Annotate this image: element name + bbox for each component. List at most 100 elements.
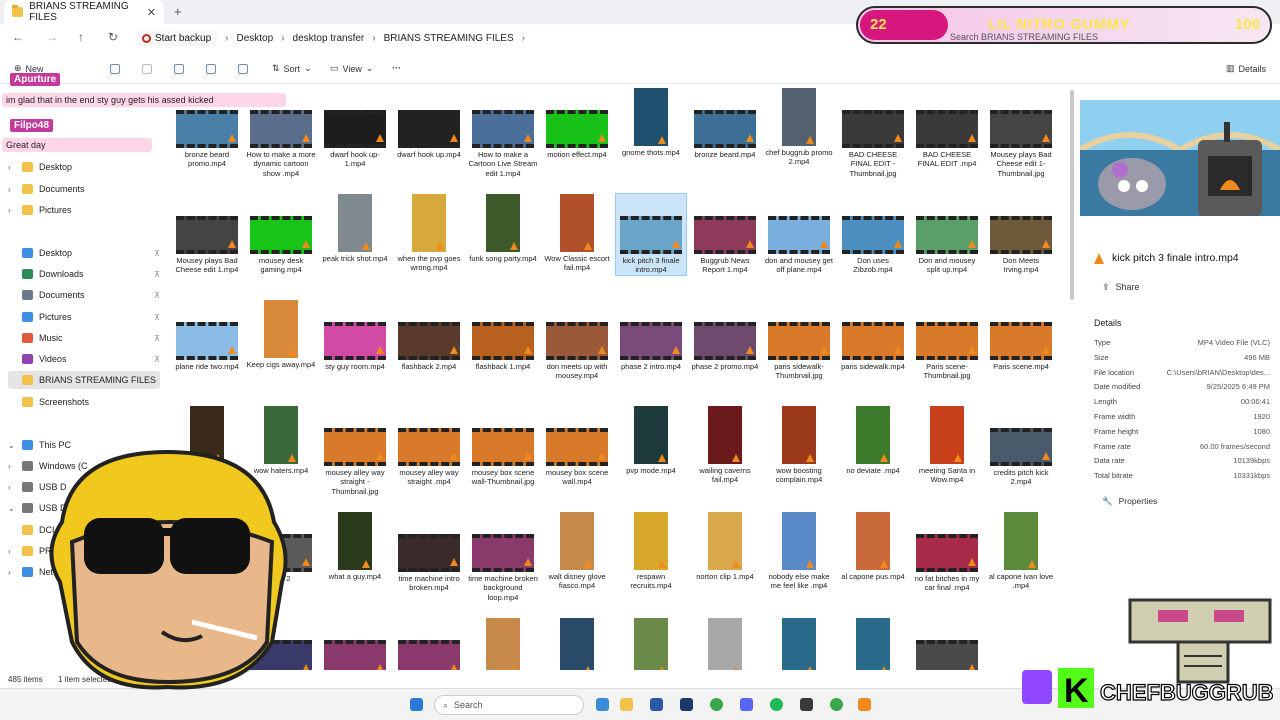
file-item[interactable]: time machine intro broken.mp4 bbox=[394, 512, 464, 593]
file-item[interactable]: How to make a Cartoon Live Stream edit 1… bbox=[468, 88, 538, 178]
file-item[interactable]: paris sidewalk.mp4 bbox=[838, 300, 908, 371]
file-item[interactable]: phase 2 intro.mp4 bbox=[616, 300, 686, 371]
file-item[interactable]: al capone pus.mp4 bbox=[838, 512, 908, 581]
file-item[interactable]: chef buggrub promo 2.mp4 bbox=[764, 88, 834, 167]
copy-icon[interactable] bbox=[110, 64, 120, 74]
file-item[interactable]: peak trick shot.mp4 bbox=[320, 194, 390, 263]
app-icon[interactable] bbox=[800, 698, 813, 711]
file-item[interactable]: mousey box scene wall.mp4 bbox=[542, 406, 612, 487]
file-item[interactable]: dwarf hook up.mp4 bbox=[394, 88, 464, 159]
file-item[interactable]: pvp mode.mp4 bbox=[616, 406, 686, 475]
sidebar-item-pictures[interactable]: Pictures ⊼ bbox=[8, 308, 160, 326]
vertical-scrollbar[interactable] bbox=[1070, 90, 1074, 300]
start-backup-button[interactable]: Start backup bbox=[136, 30, 218, 46]
file-item[interactable]: mousey alley way straight -Thumbnail.jpg bbox=[320, 406, 390, 496]
file-item[interactable] bbox=[542, 618, 612, 670]
file-item[interactable]: sty guy room.mp4 bbox=[320, 300, 390, 371]
file-item[interactable]: mousey desk gaming.mp4 bbox=[246, 194, 316, 275]
file-item[interactable] bbox=[468, 618, 538, 670]
file-item[interactable]: BAD CHEESE FINAL EDIT .mp4 bbox=[912, 88, 982, 169]
more-options-button[interactable]: ··· bbox=[392, 63, 401, 73]
sidebar-item-videos[interactable]: Videos ⊼ bbox=[8, 350, 160, 368]
vlc-taskbar-icon[interactable] bbox=[858, 698, 871, 711]
file-item[interactable]: Don Meets Irving.mp4 bbox=[986, 194, 1056, 275]
file-item[interactable]: Don uses Zibzob.mp4 bbox=[838, 194, 908, 275]
forward-icon[interactable]: → bbox=[46, 30, 58, 44]
file-item[interactable]: don and mousey get off plane.mp4 bbox=[764, 194, 834, 275]
crumb-desktop-transfer[interactable]: desktop transfer bbox=[293, 33, 365, 44]
file-item[interactable]: BAD CHEESE FINAL EDIT -Thumbnail.jpg bbox=[838, 88, 908, 178]
file-item[interactable]: dwarf hook up-1.mp4 bbox=[320, 88, 390, 169]
refresh-icon[interactable]: ↻ bbox=[108, 30, 118, 44]
file-item[interactable]: what a guy.mp4 bbox=[320, 512, 390, 581]
file-item[interactable]: al capone ivan love .mp4 bbox=[986, 512, 1056, 591]
file-item[interactable]: don meets up with mousey.mp4 bbox=[542, 300, 612, 381]
file-item[interactable]: credits pitch kick 2.mp4 bbox=[986, 406, 1056, 487]
file-item[interactable]: Don and mousey split up.mp4 bbox=[912, 194, 982, 275]
chevron-icon[interactable]: › bbox=[8, 483, 16, 492]
chevron-icon[interactable]: › bbox=[8, 568, 16, 577]
file-item[interactable]: Buggrub News Report 1.mp4 bbox=[690, 194, 760, 275]
chevron-icon[interactable]: › bbox=[8, 163, 16, 172]
sidebar-item-documents[interactable]: Documents ⊼ bbox=[8, 286, 160, 304]
file-item[interactable]: flashback 1.mp4 bbox=[468, 300, 538, 371]
file-item[interactable] bbox=[690, 618, 760, 670]
chevron-icon[interactable]: › bbox=[8, 547, 16, 556]
paste-icon[interactable] bbox=[142, 64, 152, 74]
file-item[interactable]: Paris scene.mp4 bbox=[986, 300, 1056, 371]
back-icon[interactable]: ← bbox=[12, 30, 24, 44]
details-toggle-button[interactable]: ▥ Details bbox=[1226, 63, 1266, 74]
file-item[interactable]: Mousey plays Bad Cheese edit 1.mp4 bbox=[172, 194, 242, 275]
chevron-icon[interactable]: › bbox=[8, 462, 16, 471]
sort-button[interactable]: ⇅ Sort ⌄ bbox=[272, 63, 312, 74]
file-item[interactable] bbox=[764, 618, 834, 670]
copilot-icon[interactable] bbox=[596, 698, 609, 711]
sidebar-item-downloads[interactable]: Downloads ⊼ bbox=[8, 265, 160, 283]
sidebar-item-music[interactable]: Music ⊼ bbox=[8, 329, 160, 347]
file-item[interactable]: paris sidewalk-Thumbnail.jpg bbox=[764, 300, 834, 381]
store-icon[interactable] bbox=[650, 698, 663, 711]
spotify-icon[interactable] bbox=[770, 698, 783, 711]
file-item[interactable]: flashback 2.mp4 bbox=[394, 300, 464, 371]
file-item[interactable]: mousey box scene wall-Thumbnail.jpg bbox=[468, 406, 538, 487]
crumb-brians-streaming-files[interactable]: BRIANS STREAMING FILES bbox=[384, 33, 514, 44]
file-item[interactable]: norton clip 1.mp4 bbox=[690, 512, 760, 581]
file-item[interactable]: bronze beard.mp4 bbox=[690, 88, 760, 159]
search-input[interactable]: Search BRIANS STREAMING FILES bbox=[950, 32, 1098, 42]
share-button[interactable]: ⇪ Share bbox=[1102, 282, 1140, 293]
file-item[interactable]: when the pvp goes wrong.mp4 bbox=[394, 194, 464, 273]
file-item[interactable] bbox=[394, 618, 464, 670]
chrome-icon[interactable] bbox=[710, 698, 723, 711]
discord-icon[interactable] bbox=[740, 698, 753, 711]
file-item[interactable]: no deviate .mp4 bbox=[838, 406, 908, 475]
view-button[interactable]: ▭ View ⌄ bbox=[330, 63, 373, 74]
rename-icon[interactable] bbox=[174, 64, 184, 74]
browser-icon[interactable] bbox=[830, 698, 843, 711]
file-item[interactable]: respawn recruits.mp4 bbox=[616, 512, 686, 591]
close-tab-icon[interactable]: ✕ bbox=[147, 6, 156, 19]
chevron-icon[interactable]: ⌄ bbox=[8, 441, 16, 450]
tab-brians-streaming-files[interactable]: BRIANS STREAMING FILES ✕ bbox=[4, 0, 164, 24]
taskbar-search[interactable]: ⌕ Search bbox=[434, 695, 584, 715]
file-item[interactable]: plane ride two.mp4 bbox=[172, 300, 242, 371]
file-item[interactable]: wailing caverns fail.mp4 bbox=[690, 406, 760, 485]
sidebar-item-screenshots[interactable]: Screenshots bbox=[8, 393, 160, 411]
properties-button[interactable]: 🔧 Properties bbox=[1102, 496, 1157, 507]
file-item[interactable]: no fat bitches in my car final .mp4 bbox=[912, 512, 982, 593]
file-item[interactable]: mousey alley way straight .mp4 bbox=[394, 406, 464, 487]
sidebar-item-desktop[interactable]: Desktop ⊼ bbox=[8, 244, 160, 262]
chevron-icon[interactable]: ⌄ bbox=[8, 504, 16, 513]
file-item[interactable]: Wow Classic escort fail.mp4 bbox=[542, 194, 612, 273]
sidebar-item-desktop[interactable]: › Desktop bbox=[8, 158, 160, 176]
new-tab-button[interactable]: + bbox=[174, 4, 182, 19]
sidebar-item-documents[interactable]: › Documents bbox=[8, 180, 160, 198]
file-item[interactable]: phase 2 promo.mp4 bbox=[690, 300, 760, 371]
file-item[interactable]: walt disney glove fiasco.mp4 bbox=[542, 512, 612, 591]
chevron-icon[interactable]: › bbox=[8, 185, 16, 194]
file-item[interactable] bbox=[320, 618, 390, 670]
file-item[interactable]: motion effect.mp4 bbox=[542, 88, 612, 159]
file-item[interactable]: meeting Santa in Wow.mp4 bbox=[912, 406, 982, 485]
file-item[interactable]: Paris scene-Thumbnail.jpg bbox=[912, 300, 982, 381]
file-item[interactable]: Keep cigs away.mp4 bbox=[246, 300, 316, 369]
file-item[interactable] bbox=[912, 618, 982, 670]
